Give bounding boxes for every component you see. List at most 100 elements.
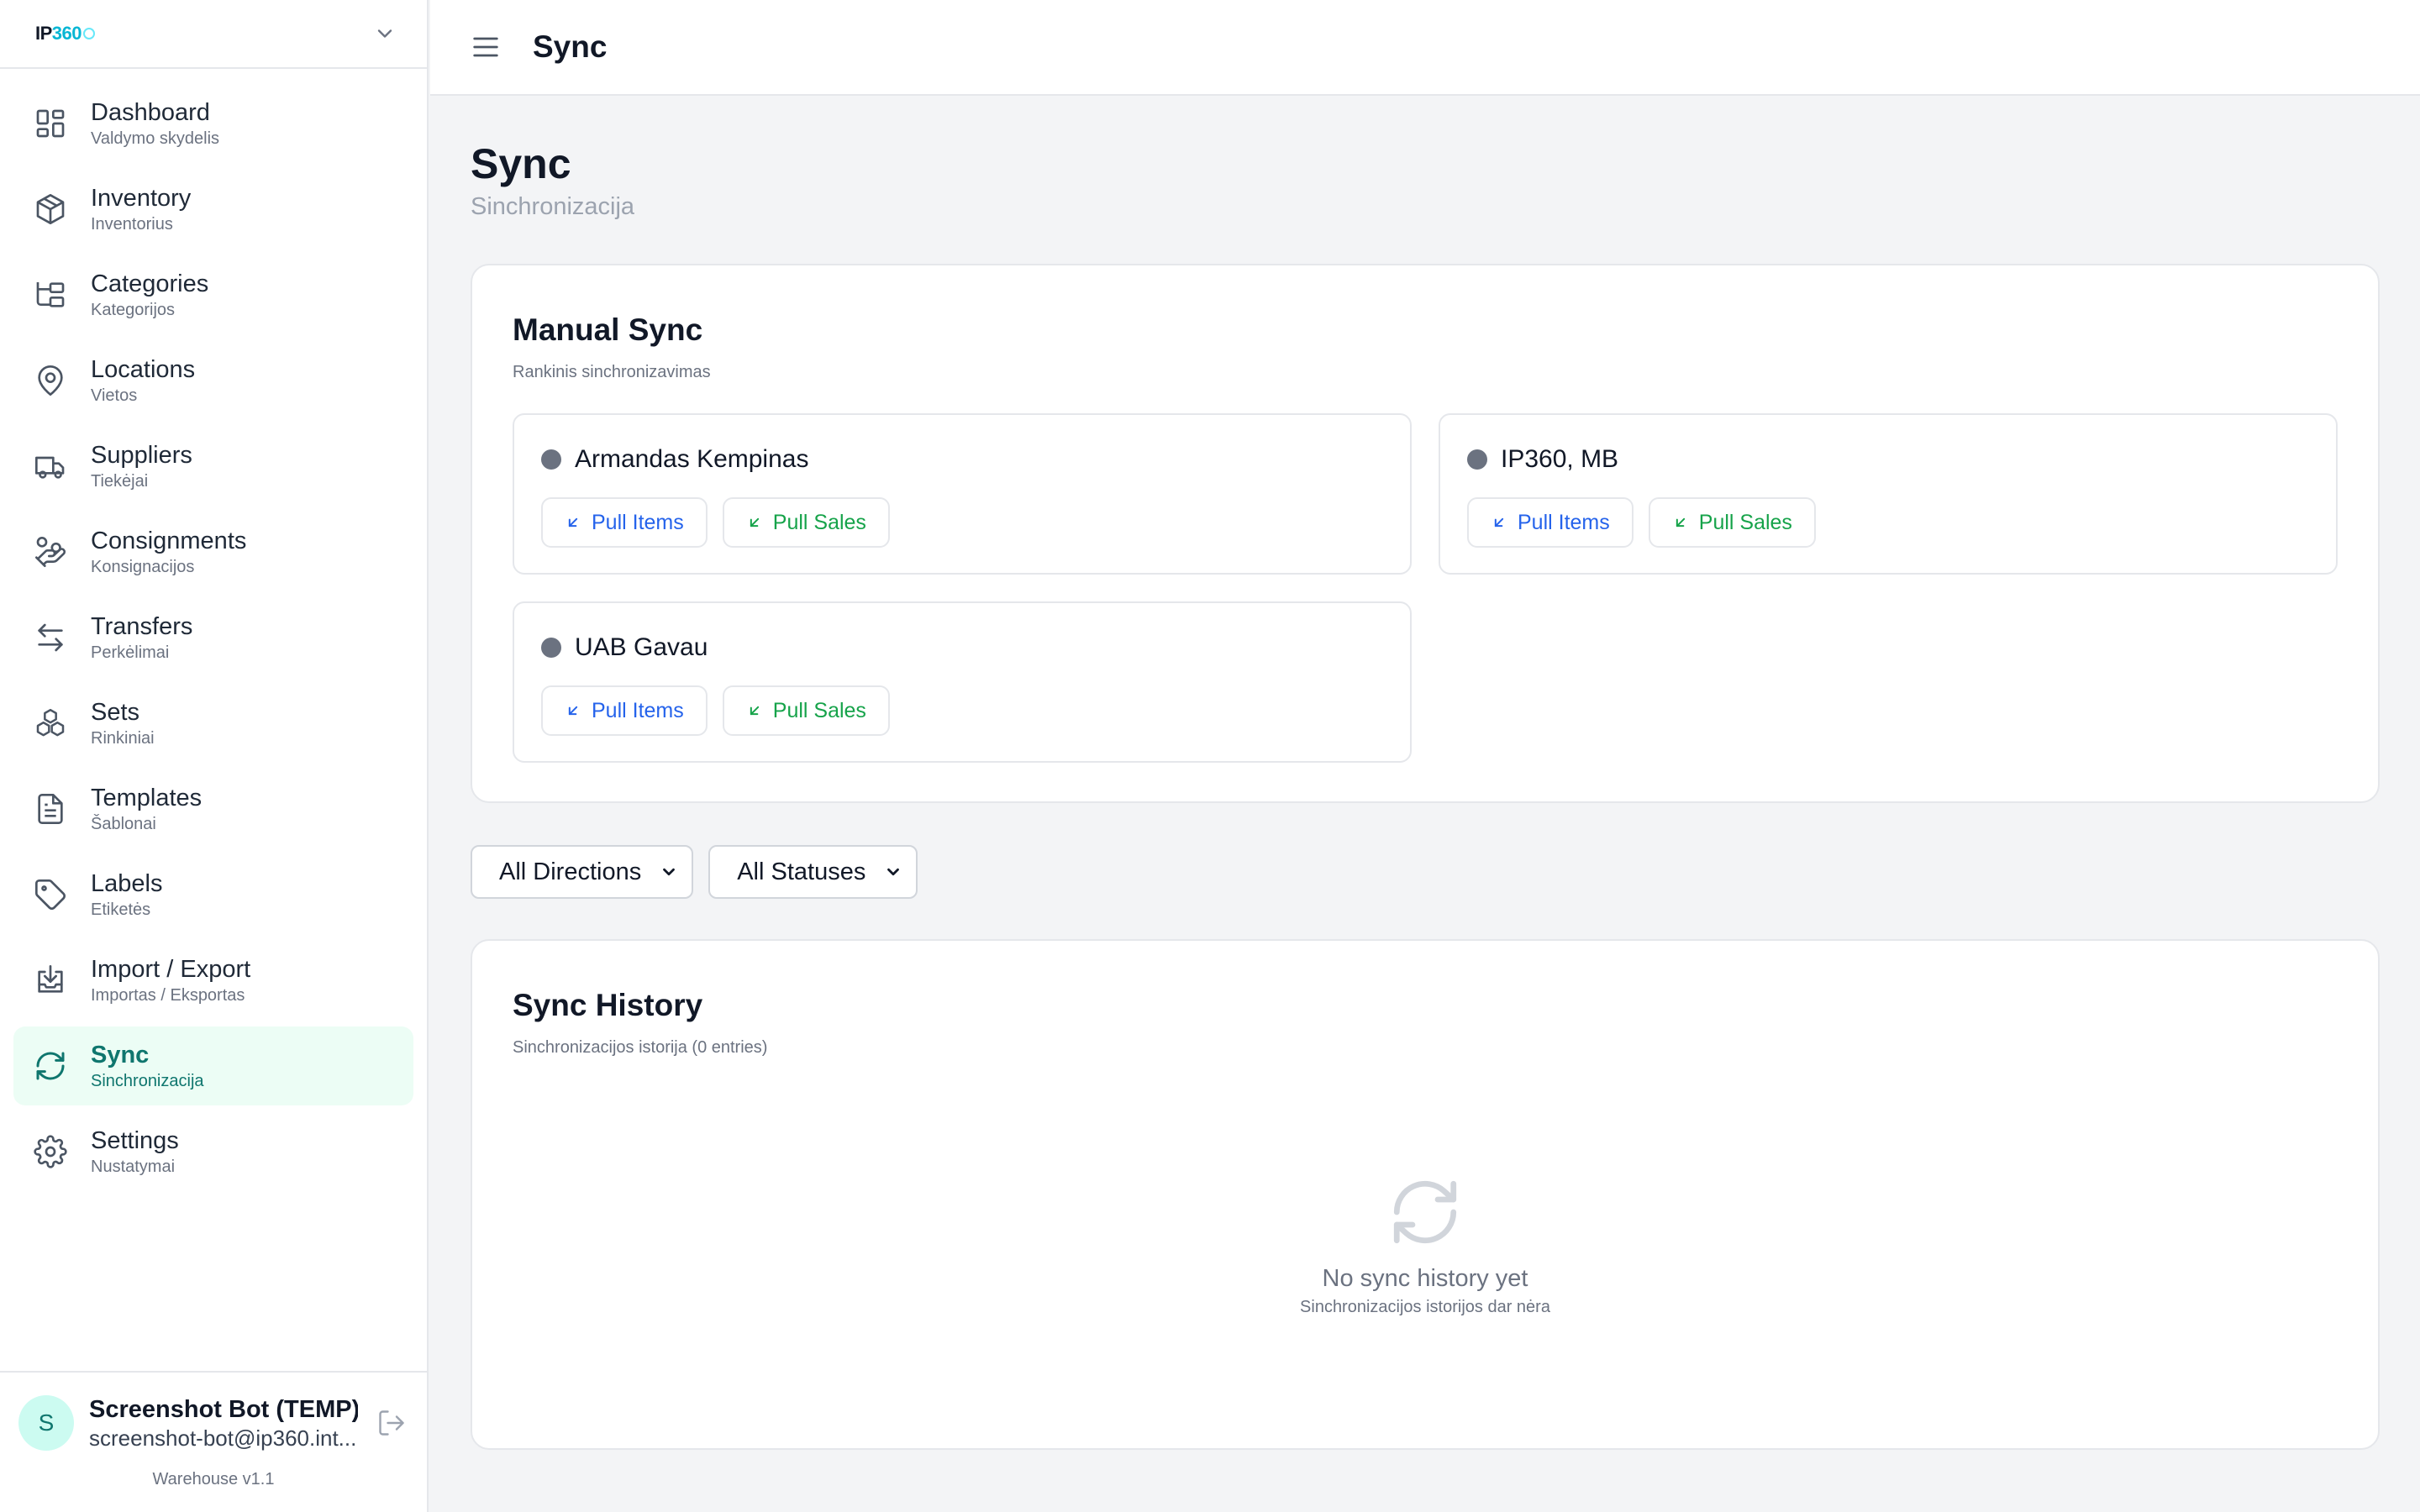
pull-items-button[interactable]: Pull Items: [541, 497, 708, 548]
sync-account-card: UAB Gavau Pull Items Pull Sales: [513, 601, 1412, 763]
user-name: Screenshot Bot (TEMP): [89, 1396, 358, 1423]
sidebar-item-sublabel: Rinkiniai: [91, 729, 155, 748]
sidebar-item-label: Suppliers: [91, 442, 192, 469]
direction-filter-value: All Directions: [499, 858, 642, 885]
sidebar-item-categories[interactable]: Categories Kategorijos: [13, 255, 413, 334]
pull-sales-button[interactable]: Pull Sales: [722, 497, 890, 548]
sidebar-item-dashboard[interactable]: Dashboard Valdymo skydelis: [13, 84, 413, 163]
sync-account-card: Armandas Kempinas Pull Items Pull Sales: [513, 413, 1412, 575]
avatar[interactable]: S: [18, 1395, 74, 1451]
logout-icon[interactable]: [376, 1408, 407, 1438]
map-pin-icon: [38, 365, 63, 396]
sidebar-item-templates[interactable]: Templates Šablonai: [13, 769, 413, 848]
sync-history-title: Sync History: [513, 988, 703, 1022]
pull-items-button[interactable]: Pull Items: [541, 685, 708, 736]
tag-icon: [35, 879, 66, 910]
sidebar-item-sublabel: Inventorius: [91, 215, 173, 234]
sidebar-item-sublabel: Etiketės: [91, 900, 151, 919]
sidebar-item-locations[interactable]: Locations Vietos: [13, 341, 413, 420]
status-dot: [541, 638, 561, 658]
page-subtitle: Sinchronizacija: [471, 193, 635, 220]
account-name: IP360, MB: [1501, 445, 1619, 473]
sidebar-item-sublabel: Valdymo skydelis: [91, 129, 220, 148]
truck-icon: [35, 456, 65, 479]
sidebar: IP 360 Dashboard Valdymo skydelis Inventor…: [0, 0, 429, 1512]
sidebar-item-label: Sets: [91, 699, 140, 726]
empty-state-title: No sync history yet: [1322, 1265, 1528, 1292]
logo-ring: [83, 28, 96, 39]
user-email: screenshot-bot@ip360.int...: [89, 1425, 357, 1451]
filter-bar: All Directions All Statuses: [471, 845, 918, 899]
user-panel: S Screenshot Bot (TEMP) screenshot-bot@i…: [0, 1371, 427, 1512]
sidebar-item-import-export[interactable]: Import / Export Importas / Eksportas: [13, 941, 413, 1020]
refresh-icon: [36, 1052, 65, 1080]
sidebar-item-settings[interactable]: Settings Nustatymai: [13, 1112, 413, 1191]
topbar-title: Sync: [533, 29, 608, 64]
sidebar-item-sync[interactable]: Sync Sinchronizacija: [13, 1026, 413, 1105]
sidebar-item-sublabel: Vietos: [91, 386, 138, 405]
sidebar-item-suppliers[interactable]: Suppliers Tiekėjai: [13, 427, 413, 506]
arrow-down-left-icon: [568, 517, 578, 528]
sidebar-item-sublabel: Tiekėjai: [91, 472, 149, 491]
arrow-down-left-icon: [750, 517, 759, 528]
box-icon: [36, 194, 65, 224]
status-filter-select[interactable]: All Statuses: [708, 845, 918, 899]
boxes-icon: [36, 708, 65, 737]
account-name: Armandas Kempinas: [575, 445, 809, 473]
pull-items-label: Pull Items: [592, 698, 684, 722]
chevron-down-icon: [887, 868, 900, 876]
sidebar-item-sublabel: Importas / Eksportas: [91, 986, 245, 1005]
workspace-switcher[interactable]: IP 360: [0, 0, 427, 69]
logo-text: IP: [35, 23, 52, 44]
hand-coins-icon: [35, 537, 66, 567]
status-dot: [541, 449, 561, 470]
app-version: Warehouse v1.1: [152, 1470, 275, 1488]
sidebar-item-label: Templates: [91, 785, 203, 811]
empty-state-subtitle: Sinchronizacijos istorijos dar nėra: [1300, 1298, 1550, 1316]
sidebar-item-label: Inventory: [91, 185, 192, 212]
pull-items-label: Pull Items: [1518, 510, 1610, 534]
gear-icon: [34, 1135, 67, 1168]
pull-items-label: Pull Items: [592, 510, 684, 534]
file-text-icon: [38, 794, 63, 824]
arrows-left-right-icon: [38, 623, 63, 652]
hamburger-menu-icon[interactable]: [469, 30, 502, 64]
refresh-icon: [1393, 1180, 1457, 1244]
direction-filter-select[interactable]: All Directions: [471, 845, 694, 899]
sidebar-item-sublabel: Nustatymai: [91, 1158, 176, 1176]
pull-sales-label: Pull Sales: [772, 698, 866, 722]
pull-sales-label: Pull Sales: [1698, 510, 1792, 534]
status-dot: [1467, 449, 1487, 470]
arrow-down-left-icon: [568, 706, 578, 716]
page-title: Sync: [471, 140, 571, 187]
sidebar-item-sublabel: Sinchronizacija: [91, 1072, 204, 1090]
sidebar-item-sublabel: Šablonai: [91, 815, 156, 833]
app-logo: IP 360: [35, 23, 96, 45]
sidebar-item-label: Transfers: [91, 613, 193, 640]
sync-account-card: IP360, MB Pull Items Pull Sales: [1439, 413, 2338, 575]
sidebar-item-labels[interactable]: Labels Etiketės: [13, 855, 413, 934]
sync-history-subtitle: Sinchronizacijos istorija (0 entries): [513, 1038, 768, 1057]
sidebar-item-label: Locations: [91, 356, 196, 383]
chevron-down-icon: [663, 868, 676, 876]
sidebar-item-inventory[interactable]: Inventory Inventorius: [13, 170, 413, 249]
sidebar-item-consignments[interactable]: Consignments Konsignacijos: [13, 512, 413, 591]
pull-sales-button[interactable]: Pull Sales: [1648, 497, 1816, 548]
account-name: UAB Gavau: [575, 633, 708, 661]
arrow-down-left-icon: [1494, 517, 1504, 528]
top-bar: Sync: [430, 0, 2420, 96]
sidebar-item-sublabel: Kategorijos: [91, 301, 176, 319]
chevron-down-icon[interactable]: [373, 22, 397, 45]
sidebar-item-label: Import / Export: [91, 956, 251, 983]
manual-sync-title: Manual Sync: [513, 312, 703, 347]
sync-history-card: Sync History Sinchronizacijos istorija (…: [471, 939, 2380, 1450]
sidebar-nav: Dashboard Valdymo skydelis Inventory Inven…: [0, 69, 427, 1191]
status-filter-value: All Statuses: [737, 858, 866, 885]
sidebar-item-sets[interactable]: Sets Rinkiniai: [13, 684, 413, 763]
sidebar-item-label: Labels: [91, 870, 163, 897]
logo-accent-text: 360: [51, 23, 82, 44]
pull-items-button[interactable]: Pull Items: [1467, 497, 1634, 548]
sidebar-item-label: Dashboard: [91, 99, 210, 126]
sidebar-item-transfers[interactable]: Transfers Perkėlimai: [13, 598, 413, 677]
pull-sales-button[interactable]: Pull Sales: [722, 685, 890, 736]
